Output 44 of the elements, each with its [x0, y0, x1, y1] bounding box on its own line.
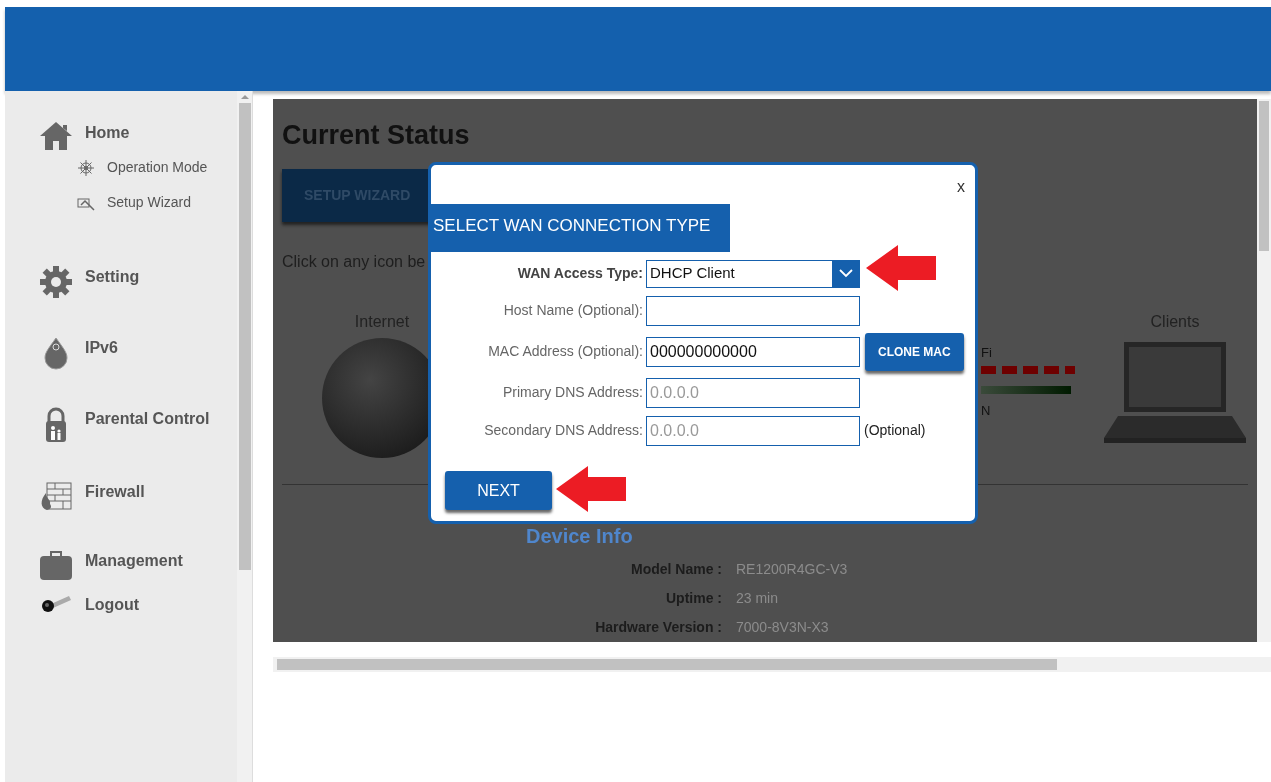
optional-note: (Optional) [864, 421, 926, 440]
key-icon [39, 593, 73, 613]
close-button[interactable]: x [957, 175, 965, 199]
info-value: 23 min [736, 589, 779, 609]
laptop-icon [1104, 340, 1246, 445]
sidebar-item[interactable]: Home [85, 121, 130, 145]
sidebar-item[interactable]: IPv6 [85, 336, 118, 360]
sidebar-subitem[interactable]: Setup Wizard [107, 192, 192, 213]
briefcase-icon [39, 549, 73, 581]
next-button[interactable]: NEXT [445, 471, 552, 510]
wifi-label: Fi [981, 344, 992, 362]
input-field[interactable]: 0.0.0.0 [646, 415, 860, 446]
field-label: Secondary DNS Address: [483, 421, 644, 440]
clone-mac-button[interactable]: CLONE MAC [865, 332, 964, 371]
sidebar-subitem[interactable]: Operation Mode [107, 157, 208, 178]
input-field[interactable]: 000000000000 [646, 336, 860, 367]
lan-label: N [981, 402, 991, 420]
sidebar-scrollbar[interactable] [237, 91, 253, 782]
sidebar-item[interactable]: Parental Control [85, 407, 210, 431]
gear-icon [39, 265, 73, 299]
vertical-scrollbar[interactable] [1257, 99, 1271, 642]
sidebar-item[interactable]: Logout [85, 593, 140, 617]
ship-wheel-icon [77, 158, 95, 177]
home-icon [39, 121, 73, 151]
dialog-title: SELECT WAN CONNECTION TYPE [431, 204, 731, 252]
page-title: Current Status [282, 119, 471, 152]
field-label: Primary DNS Address: [501, 383, 644, 402]
field-label: Host Name (Optional): [502, 301, 644, 320]
info-value: 7000-8V3N-X3 [736, 618, 829, 638]
firewall-icon [39, 480, 73, 512]
field-label: WAN Access Type: [516, 264, 644, 283]
input-field[interactable] [646, 295, 860, 326]
sidebar-item[interactable]: Management [85, 549, 183, 573]
input-field[interactable]: 0.0.0.0 [646, 377, 860, 408]
section-title: Device Info [526, 524, 634, 550]
horizontal-scrollbar[interactable] [273, 657, 1271, 672]
pointer-arrow [866, 245, 936, 291]
field-label: MAC Address (Optional): [487, 342, 644, 361]
info-value: RE1200R4GC-V3 [736, 560, 848, 580]
caret-icon [832, 260, 859, 287]
pointer-arrow [556, 466, 626, 512]
dropdown-field[interactable]: DHCP Client [646, 259, 860, 288]
sidebar-item[interactable]: Firewall [85, 480, 145, 504]
sidebar-item[interactable]: Setting [85, 265, 140, 289]
